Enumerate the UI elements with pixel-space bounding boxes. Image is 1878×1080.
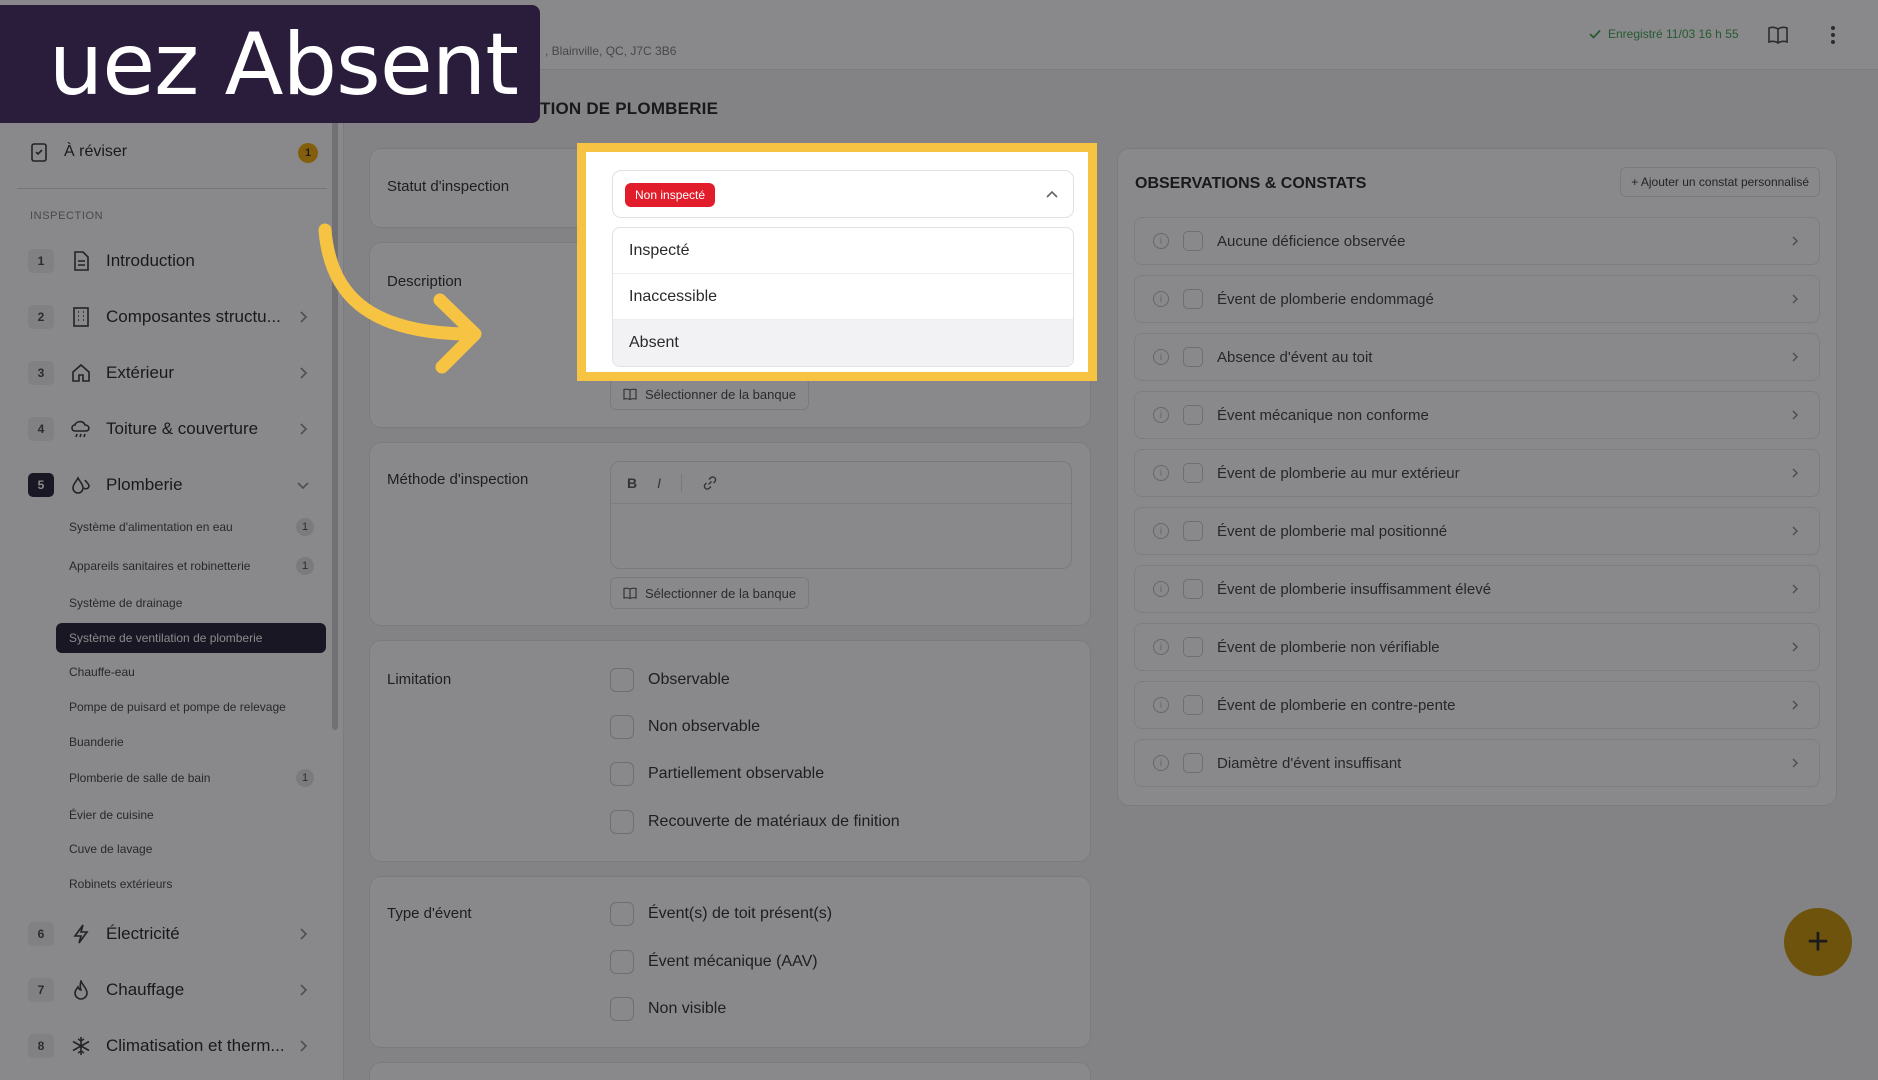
highlight-box: Non inspecté Inspecté Inaccessible Absen…	[577, 143, 1097, 381]
chevron-up-icon	[1046, 190, 1058, 198]
instruction-text: uez Absent	[48, 15, 519, 115]
status-option-inspected[interactable]: Inspecté	[613, 228, 1073, 274]
status-option-inaccessible[interactable]: Inaccessible	[613, 274, 1073, 320]
arrow-icon	[318, 223, 482, 374]
status-option-absent[interactable]: Absent	[613, 320, 1073, 366]
status-dropdown: Inspecté Inaccessible Absent	[612, 227, 1074, 367]
status-select[interactable]: Non inspecté	[612, 170, 1074, 218]
status-pill: Non inspecté	[625, 183, 716, 207]
instruction-banner: uez Absent	[0, 5, 540, 123]
